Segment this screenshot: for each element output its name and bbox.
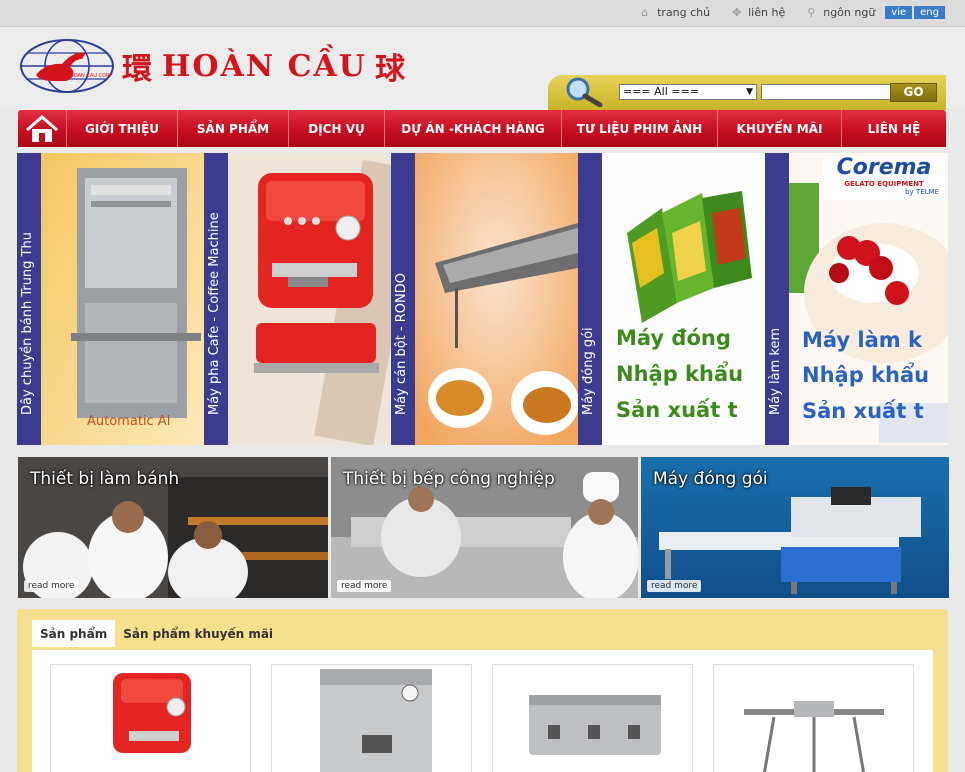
- promo-baking[interactable]: Thiết bị làm bánh read more: [18, 457, 328, 598]
- globe-kangaroo-logo-icon: HOAN CAU CORP: [20, 39, 114, 93]
- banner-band: Máy làm kem: [765, 153, 789, 445]
- logo-char-right: 球: [374, 52, 407, 87]
- banner-label: Máy làm kem: [768, 327, 783, 415]
- top-bar: ⌂ trang chủ ✥ liên hệ ⚲ ngôn ngữ vie eng: [0, 0, 965, 27]
- contact-link[interactable]: ✥ liên hệ: [732, 6, 785, 19]
- site-logo[interactable]: HOAN CAU CORP 環 HOÀN CẦU 球: [18, 37, 407, 95]
- product-card[interactable]: [271, 664, 472, 772]
- read-more-link[interactable]: read more: [647, 580, 702, 592]
- promo-kitchen[interactable]: Thiết bị bếp công nghiệp read more: [331, 457, 638, 598]
- tab-products[interactable]: Sản phẩm: [32, 620, 116, 647]
- banner-caption-line-1: Máy làm k: [802, 328, 922, 352]
- product-card[interactable]: [713, 664, 914, 772]
- nav-item-gioi-thieu[interactable]: GIỚI THIỆU: [67, 110, 178, 147]
- home-icon: ⌂: [641, 6, 649, 19]
- banner-label: Dây chuyền bánh Trung Thu: [20, 232, 35, 415]
- promo-strip: Thiết bị làm bánh read more Thiết bị bếp…: [18, 457, 949, 598]
- promo-packing[interactable]: Máy đóng gói read more: [641, 457, 949, 598]
- banner-band: Máy cán bột - RONDO: [391, 153, 415, 445]
- banner-band: Máy pha Cafe - Coffee Machine: [204, 153, 228, 445]
- header: HOAN CAU CORP 環 HOÀN CẦU 球 === All === ▼…: [0, 27, 965, 110]
- banner-label: Máy đóng gói: [581, 327, 596, 415]
- lang-eng-button[interactable]: eng: [914, 6, 945, 19]
- home-link-label: trang chủ: [657, 6, 711, 19]
- logo-title: HOÀN CẦU: [162, 48, 367, 84]
- home-link[interactable]: ⌂ trang chủ: [641, 6, 710, 19]
- products-section: Sản phẩm Sản phẩm khuyến mãi: [17, 609, 948, 772]
- banner-band: Máy đóng gói: [578, 153, 602, 445]
- search-panel: === All === ▼ GO: [548, 75, 946, 110]
- commercial-espresso-machine-image: [529, 695, 661, 755]
- tab-promo-products[interactable]: Sản phẩm khuyến mãi: [115, 620, 281, 647]
- banner-caption-line-2: Nhập khẩu: [616, 362, 744, 386]
- nav-item-lien-he[interactable]: LIÊN HỆ: [842, 110, 946, 147]
- nav-item-san-pham[interactable]: SẢN PHẨM: [178, 110, 289, 147]
- banner-ice-cream-machine[interactable]: Máy làm kem Corema GELATO EQUIPMENT by T…: [765, 153, 948, 445]
- main-nav: GIỚI THIỆU SẢN PHẨM DỊCH VỤ DỰ ÁN -KHÁCH…: [18, 110, 946, 147]
- product-card[interactable]: [50, 664, 251, 772]
- banner-coffee-machine[interactable]: Máy pha Cafe - Coffee Machine: [204, 153, 391, 445]
- language-switcher: vie eng: [885, 6, 945, 19]
- corema-logo: Corema GELATO EQUIPMENT by TELME: [823, 156, 945, 200]
- lang-vie-button[interactable]: vie: [885, 6, 913, 19]
- contact-link-label: liên hệ: [748, 6, 786, 19]
- search-go-button[interactable]: GO: [890, 83, 937, 102]
- category-select-value: === All ===: [623, 85, 699, 98]
- product-card[interactable]: [492, 664, 693, 772]
- language-link[interactable]: ⚲ ngôn ngữ: [807, 6, 875, 19]
- logo-sub-text: HOAN CAU CORP: [70, 73, 112, 79]
- contact-icon: ✥: [732, 6, 742, 19]
- banner-label: Máy cán bột - RONDO: [394, 273, 409, 415]
- banner-label: Máy pha Cafe - Coffee Machine: [207, 212, 222, 415]
- corema-sub: GELATO EQUIPMENT: [844, 180, 924, 188]
- dough-sheeter-product-image: [744, 701, 884, 772]
- category-banners: Dây chuyền bánh Trung Thu Automatic Al M…: [17, 153, 948, 445]
- banner-caption-line-1: Máy đóng: [616, 326, 731, 350]
- logo-wordmark: 環 HOÀN CẦU 球: [122, 44, 407, 88]
- red-espresso-machine-image: [113, 673, 191, 753]
- logo-char-left: 環: [122, 52, 154, 87]
- search-input[interactable]: [761, 84, 893, 100]
- nav-home-button[interactable]: [18, 110, 67, 147]
- dough-sheeter-image: [415, 153, 578, 445]
- chevron-down-icon: ▼: [746, 87, 753, 97]
- banner-caption-line-3: Sản xuất t: [616, 398, 738, 422]
- nav-item-tu-lieu[interactable]: TƯ LIỆU PHIM ẢNH: [562, 110, 718, 147]
- house-icon: [26, 114, 58, 142]
- banner-mooncake-line[interactable]: Dây chuyền bánh Trung Thu Automatic Al: [17, 153, 204, 445]
- promo-title: Thiết bị làm bánh: [30, 469, 180, 489]
- read-more-link[interactable]: read more: [24, 580, 79, 592]
- nav-item-du-an[interactable]: DỰ ÁN -KHÁCH HÀNG: [385, 110, 562, 147]
- corema-brand: Corema: [836, 155, 932, 180]
- mooncake-machine-image: [41, 153, 204, 445]
- promo-title: Thiết bị bếp công nghiệp: [343, 469, 555, 489]
- product-tabs: Sản phẩm Sản phẩm khuyến mãi: [32, 620, 281, 647]
- corema-by: by TELME: [905, 188, 939, 196]
- language-link-label: ngôn ngữ: [823, 6, 876, 19]
- banner-band: Dây chuyền bánh Trung Thu: [17, 153, 41, 445]
- category-select[interactable]: === All === ▼: [619, 84, 757, 100]
- promo-title: Máy đóng gói: [653, 469, 768, 489]
- banner-caption-line-3: Sản xuất t: [802, 399, 924, 423]
- coffee-machine-image: [228, 153, 391, 445]
- banner-packing-machine[interactable]: Máy đóng gói Máy đóng Nhập khẩu Sản xuất…: [578, 153, 765, 445]
- product-grid: [32, 650, 933, 772]
- nav-item-dich-vu[interactable]: DỊCH VỤ: [289, 110, 385, 147]
- steel-espresso-machine-image: [320, 669, 432, 772]
- banner-caption-line-2: Nhập khẩu: [802, 363, 930, 387]
- banner-caption: Automatic Al: [87, 414, 171, 429]
- read-more-link[interactable]: read more: [337, 580, 392, 592]
- magnifier-icon: [566, 77, 603, 107]
- search-icon: ⚲: [807, 6, 816, 19]
- nav-item-khuyen-mai[interactable]: KHUYẾN MÃI: [718, 110, 842, 147]
- banner-dough-sheeter[interactable]: Máy cán bột - RONDO: [391, 153, 578, 445]
- top-links: ⌂ trang chủ ✥ liên hệ ⚲ ngôn ngữ vie eng: [641, 6, 945, 19]
